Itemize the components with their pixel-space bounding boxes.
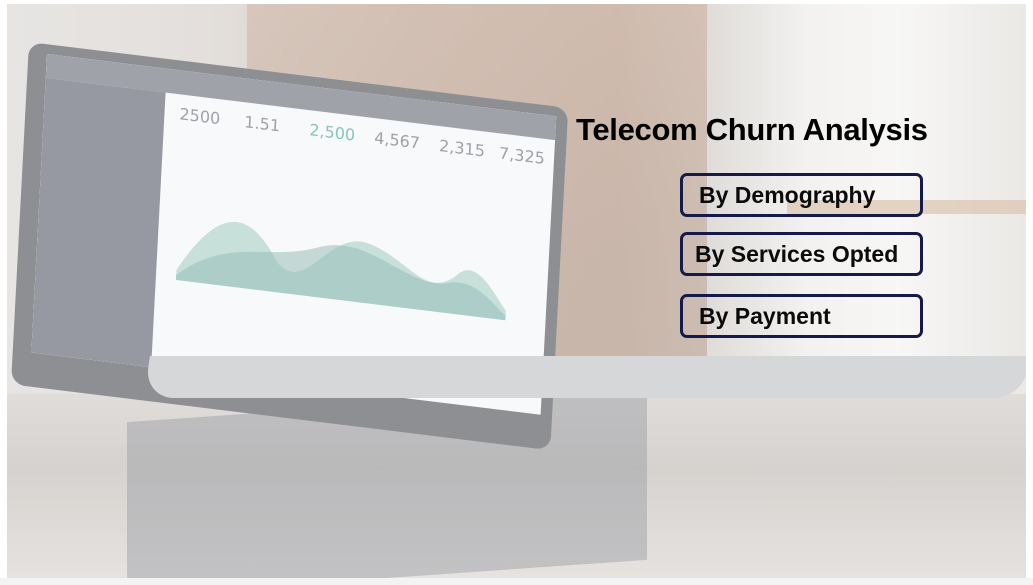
slide-canvas: 2500 1.51 2,500 4,567 2,315 7,325 Teleco…	[7, 4, 1026, 578]
image-wash-overlay	[7, 4, 1026, 578]
by-demography-label: By Demography	[699, 181, 876, 208]
by-payment-button[interactable]: By Payment	[680, 294, 923, 338]
by-services-opted-button[interactable]: By Services Opted	[680, 232, 923, 276]
by-payment-label: By Payment	[699, 302, 831, 329]
page-title: Telecom Churn Analysis	[576, 112, 928, 147]
bottom-strip	[0, 578, 1033, 585]
by-services-opted-label: By Services Opted	[695, 240, 899, 267]
by-demography-button[interactable]: By Demography	[680, 173, 923, 217]
